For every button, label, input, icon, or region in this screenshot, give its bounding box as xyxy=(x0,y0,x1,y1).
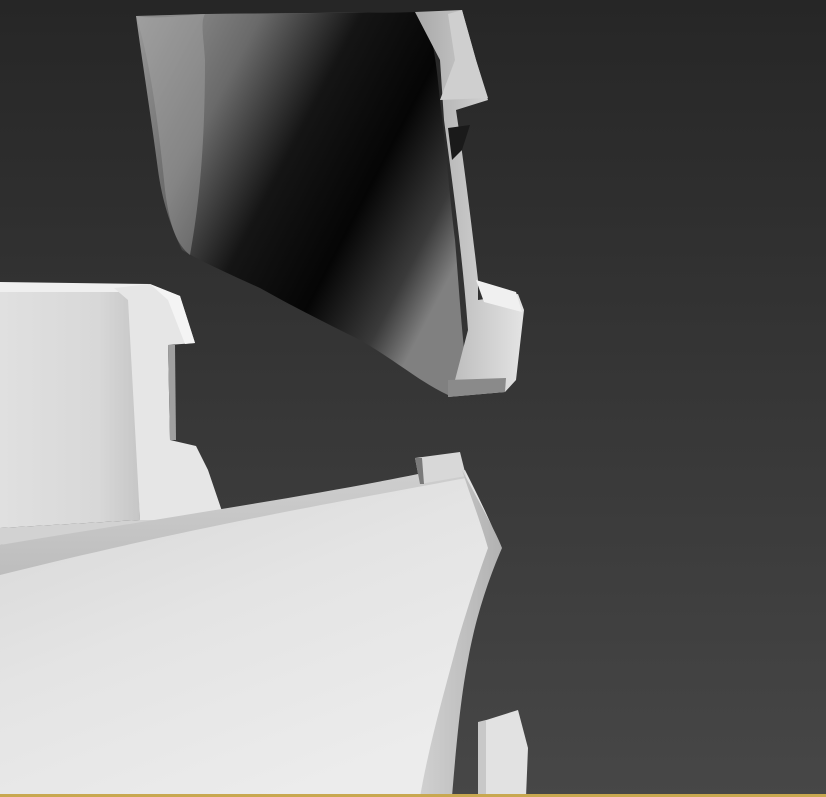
viewport-canvas[interactable] xyxy=(0,0,826,797)
3d-viewport[interactable] xyxy=(0,0,826,797)
left-block-face xyxy=(0,286,140,528)
bottom-piece-lower-tab-edge xyxy=(478,720,486,797)
